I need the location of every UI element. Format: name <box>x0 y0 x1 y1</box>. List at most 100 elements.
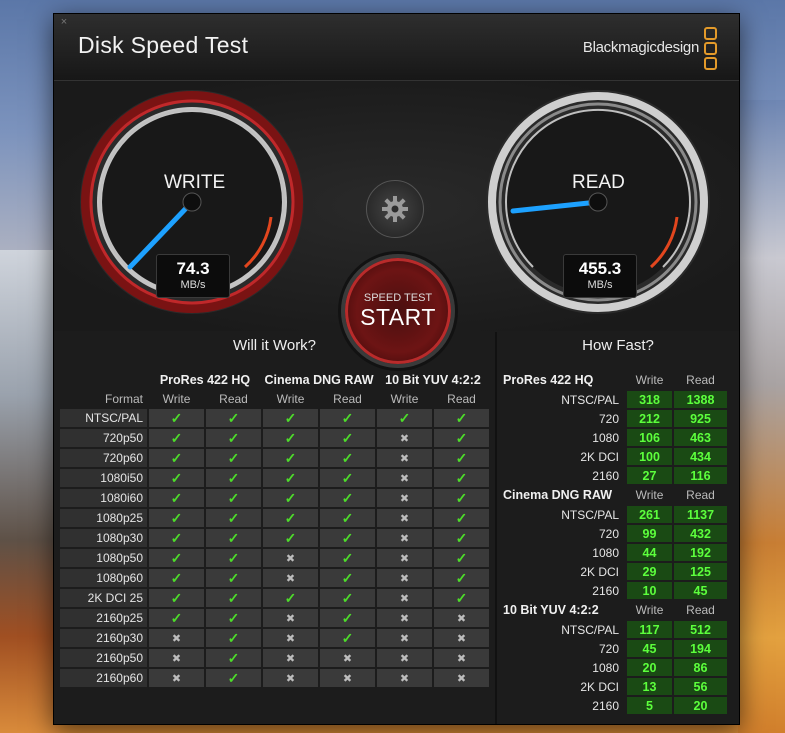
cross-icon: ✖ <box>456 673 467 685</box>
compat-cell: ✓ <box>149 549 204 567</box>
compat-cell: ✓ <box>149 469 204 487</box>
check-icon: ✓ <box>455 469 468 486</box>
compat-cell: ✓ <box>263 409 318 427</box>
resolution-label: 2K DCI <box>580 449 619 464</box>
compat-cell: ✖ <box>377 429 432 447</box>
compat-cell: ✓ <box>206 649 261 667</box>
check-icon: ✓ <box>341 409 354 426</box>
compat-cell: ✓ <box>149 529 204 547</box>
check-icon: ✓ <box>455 449 468 466</box>
check-icon: ✓ <box>455 589 468 606</box>
will-it-work-table: ProRes 422 HQ Cinema DNG RAW 10 Bit YUV … <box>58 369 491 689</box>
format-label: 1080i60 <box>60 489 147 507</box>
cross-icon: ✖ <box>399 613 410 625</box>
cross-icon: ✖ <box>285 653 296 665</box>
compat-cell: ✓ <box>206 589 261 607</box>
write-fps-value: 106 <box>627 429 672 446</box>
check-icon: ✓ <box>341 549 354 566</box>
check-icon: ✓ <box>170 449 183 466</box>
write-fps-value: 27 <box>627 467 672 484</box>
format-label: 1080p25 <box>60 509 147 527</box>
compat-cell: ✖ <box>263 569 318 587</box>
table-row: 1080i50 ✓ ✓ ✓ ✓ ✖ ✓ <box>60 469 489 487</box>
resolution-label: 1080 <box>592 660 619 675</box>
compat-cell: ✖ <box>377 669 432 687</box>
read-subheader: Read <box>333 392 362 406</box>
check-icon: ✓ <box>170 409 183 426</box>
compat-cell: ✓ <box>206 669 261 687</box>
cross-icon: ✖ <box>399 513 410 525</box>
settings-button[interactable] <box>366 180 424 238</box>
cross-icon: ✖ <box>171 653 182 665</box>
check-icon: ✓ <box>227 549 240 566</box>
compat-cell: ✓ <box>206 469 261 487</box>
cross-icon: ✖ <box>399 653 410 665</box>
check-icon: ✓ <box>227 629 240 646</box>
compat-cell: ✖ <box>263 649 318 667</box>
group-header: ProRes 422 HQ <box>159 373 251 387</box>
table-row: 720 45 194 <box>503 640 727 657</box>
resolution-label: 720 <box>598 411 619 426</box>
compat-cell: ✓ <box>206 549 261 567</box>
table-row: 720p50 ✓ ✓ ✓ ✓ ✖ ✓ <box>60 429 489 447</box>
write-label: WRITE <box>164 172 226 193</box>
will-it-work-heading: Will it Work? <box>232 337 317 354</box>
table-row: 720p60 ✓ ✓ ✓ ✓ ✖ ✓ <box>60 449 489 467</box>
check-icon: ✓ <box>341 489 354 506</box>
compat-cell: ✖ <box>434 629 489 647</box>
format-label: 2160p60 <box>60 669 147 687</box>
check-icon: ✓ <box>341 449 354 466</box>
write-speed-unit: MB/s <box>180 279 206 291</box>
read-fps-value: 434 <box>674 448 727 465</box>
cross-icon: ✖ <box>171 673 182 685</box>
write-fps-value: 212 <box>627 410 672 427</box>
check-icon: ✓ <box>284 509 297 526</box>
compat-cell: ✓ <box>206 409 261 427</box>
check-icon: ✓ <box>455 409 468 426</box>
check-icon: ✓ <box>227 509 240 526</box>
format-header: Format <box>104 392 143 406</box>
table-row: 1080i60 ✓ ✓ ✓ ✓ ✖ ✓ <box>60 489 489 507</box>
check-icon: ✓ <box>341 589 354 606</box>
read-fps-value: 125 <box>674 563 727 580</box>
cross-icon: ✖ <box>399 433 410 445</box>
table-row: 2160 10 45 <box>503 582 727 599</box>
resolution-label: 2160 <box>592 698 619 713</box>
compat-cell: ✖ <box>377 609 432 627</box>
write-readout: 74.3 MB/s <box>156 254 230 298</box>
compat-cell: ✖ <box>434 649 489 667</box>
compat-cell: ✓ <box>434 549 489 567</box>
resolution-label: 1080 <box>592 545 619 560</box>
compat-cell: ✓ <box>434 449 489 467</box>
compat-cell: ✖ <box>263 609 318 627</box>
cross-icon: ✖ <box>399 673 410 685</box>
write-fps-value: 13 <box>627 678 672 695</box>
read-readout: 455.3 MB/s <box>563 254 637 298</box>
check-icon: ✓ <box>227 489 240 506</box>
format-label: 2K DCI 25 <box>60 589 147 607</box>
table-row: 2K DCI 25 ✓ ✓ ✓ ✓ ✖ ✓ <box>60 589 489 607</box>
check-icon: ✓ <box>227 569 240 586</box>
cross-icon: ✖ <box>342 673 353 685</box>
check-icon: ✓ <box>284 489 297 506</box>
compat-cell: ✓ <box>320 429 375 447</box>
compat-cell: ✖ <box>377 509 432 527</box>
check-icon: ✓ <box>455 509 468 526</box>
start-button-label: START <box>360 304 436 330</box>
check-icon: ✓ <box>398 409 411 426</box>
compat-cell: ✓ <box>434 429 489 447</box>
compat-cell: ✓ <box>320 409 375 427</box>
check-icon: ✓ <box>284 529 297 546</box>
check-icon: ✓ <box>455 489 468 506</box>
table-row: 1080 106 463 <box>503 429 727 446</box>
will-it-work-rows: NTSC/PAL ✓ ✓ ✓ ✓ ✓ ✓ 720p50 ✓ ✓ ✓ ✓ ✖ ✓ 720p60 ✓ ✓ ✓ ✓ ✖ ✓ 10… <box>60 409 489 687</box>
compat-cell: ✓ <box>149 489 204 507</box>
table-row: 720 99 432 <box>503 525 727 542</box>
table-row: 1080p25 ✓ ✓ ✓ ✓ ✖ ✓ <box>60 509 489 527</box>
cross-icon: ✖ <box>456 633 467 645</box>
table-row: 720 212 925 <box>503 410 727 427</box>
close-button[interactable]: × <box>58 16 70 28</box>
compat-cell: ✖ <box>377 629 432 647</box>
compat-cell: ✖ <box>377 489 432 507</box>
table-row: 1080 44 192 <box>503 544 727 561</box>
